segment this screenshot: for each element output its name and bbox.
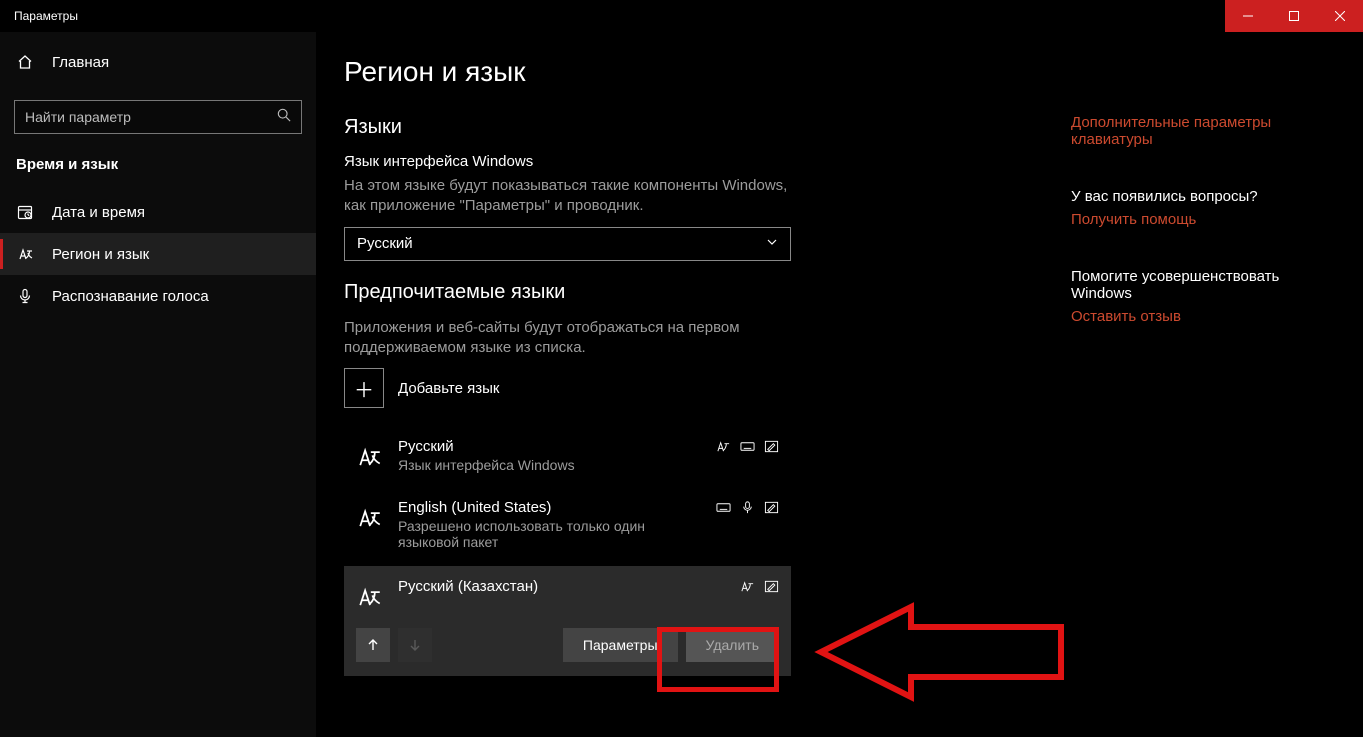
nav-item-label: Дата и время <box>52 204 145 221</box>
language-item-english[interactable]: English (United States) Разрешено исполь… <box>344 489 791 560</box>
link-feedback[interactable]: Оставить отзыв <box>1071 308 1331 325</box>
sidebar-group-title: Время и язык <box>0 156 316 173</box>
display-lang-icon <box>739 578 755 594</box>
related-links: Дополнительные параметры клавиатуры У ва… <box>1071 114 1331 365</box>
home-icon <box>16 53 34 71</box>
language-name: Русский <box>398 438 701 455</box>
titlebar: Параметры <box>0 0 1363 32</box>
language-glyph-icon <box>356 582 384 612</box>
languages-heading: Языки <box>344 116 1094 139</box>
chevron-down-icon <box>766 235 778 252</box>
language-features <box>715 438 779 473</box>
button-label: Удалить <box>706 637 759 653</box>
add-language-label: Добавьте язык <box>398 380 499 397</box>
language-item-russian[interactable]: Русский Язык интерфейса Windows <box>344 428 791 483</box>
language-features <box>715 499 779 550</box>
language-name: English (United States) <box>398 499 701 516</box>
window-title: Параметры <box>14 9 78 23</box>
language-glyph-icon <box>356 503 384 533</box>
nav-region-language[interactable]: Регион и язык <box>0 233 316 275</box>
link-keyboard-settings[interactable]: Дополнительные параметры клавиатуры <box>1071 114 1331 148</box>
nav-home[interactable]: Главная <box>0 42 316 82</box>
nav-home-label: Главная <box>52 54 109 71</box>
keyboard-icon <box>739 438 755 454</box>
move-up-button[interactable] <box>356 628 390 662</box>
search-box[interactable] <box>14 100 302 134</box>
language-icon <box>16 245 34 263</box>
maximize-button[interactable] <box>1271 0 1317 32</box>
display-lang-icon <box>715 438 731 454</box>
search-icon <box>277 108 291 126</box>
speech-icon <box>739 499 755 515</box>
feedback-question: Помогите усовершенствовать Windows <box>1071 268 1331 302</box>
language-features <box>739 578 779 612</box>
handwriting-icon <box>763 438 779 454</box>
button-label: Параметры <box>583 637 658 653</box>
nav-date-time[interactable]: Дата и время <box>0 191 316 233</box>
handwriting-icon <box>763 578 779 594</box>
close-button[interactable] <box>1317 0 1363 32</box>
ui-lang-select[interactable]: Русский <box>344 227 791 261</box>
nav-speech[interactable]: Распознавание голоса <box>0 275 316 317</box>
minimize-button[interactable] <box>1225 0 1271 32</box>
preferred-description: Приложения и веб-сайты будут отображатьс… <box>344 318 794 359</box>
sidebar: Главная Время и язык Дата и время Регион… <box>0 32 316 737</box>
link-get-help[interactable]: Получить помощь <box>1071 211 1331 228</box>
nav-item-label: Регион и язык <box>52 246 149 263</box>
language-item-russian-kz-selected: Русский (Казахстан) <box>344 566 791 676</box>
language-glyph-icon <box>356 442 384 472</box>
keyboard-icon <box>715 499 731 515</box>
microphone-icon <box>16 287 34 305</box>
language-remove-button[interactable]: Удалить <box>686 628 779 662</box>
ui-lang-label: Язык интерфейса Windows <box>344 153 1094 170</box>
search-input[interactable] <box>25 109 277 125</box>
handwriting-icon <box>763 499 779 515</box>
language-item-russian-kz[interactable]: Русский (Казахстан) <box>356 578 779 612</box>
page-title: Регион и язык <box>344 56 1094 88</box>
calendar-clock-icon <box>16 203 34 221</box>
add-language-button[interactable]: ＋ Добавьте язык <box>344 368 1094 408</box>
window-controls <box>1225 0 1363 32</box>
plus-icon: ＋ <box>344 368 384 408</box>
language-name: Русский (Казахстан) <box>398 578 725 595</box>
main-content: Регион и язык Языки Язык интерфейса Wind… <box>316 32 1363 737</box>
language-options-button[interactable]: Параметры <box>563 628 678 662</box>
ui-lang-description: На этом языке будут показываться такие к… <box>344 176 794 217</box>
language-sub: Разрешено использовать только один языко… <box>398 518 701 550</box>
preferred-heading: Предпочитаемые языки <box>344 281 1094 304</box>
move-down-button[interactable] <box>398 628 432 662</box>
ui-lang-value: Русский <box>357 235 413 252</box>
help-question: У вас появились вопросы? <box>1071 188 1331 205</box>
nav-item-label: Распознавание голоса <box>52 288 209 305</box>
language-sub: Язык интерфейса Windows <box>398 457 701 473</box>
